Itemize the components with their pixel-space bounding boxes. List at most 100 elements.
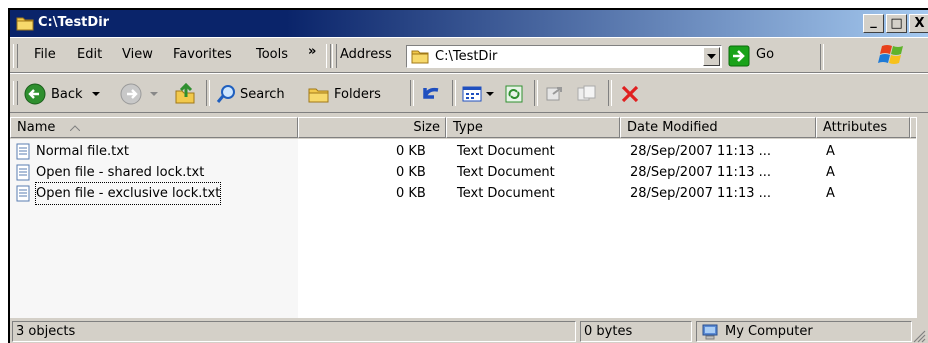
file-type: Text Document <box>457 165 555 180</box>
address-input[interactable]: C:\TestDir <box>406 45 722 68</box>
menu-file[interactable]: File <box>34 47 56 62</box>
move-to-icon <box>546 87 562 101</box>
status-zone: My Computer <box>696 321 912 342</box>
file-attributes: A <box>826 144 835 159</box>
address-dropdown-button[interactable] <box>703 47 720 66</box>
file-modified: 28/Sep/2007 11:13 ... <box>630 165 772 180</box>
windows-logo-icon <box>878 45 903 64</box>
move-to-button[interactable] <box>544 82 566 106</box>
back-button[interactable]: Back <box>24 82 100 106</box>
column-date-modified[interactable]: Date Modified <box>620 117 816 138</box>
chevron-down-icon[interactable] <box>150 91 158 97</box>
vertical-scrollbar-area[interactable] <box>916 117 928 318</box>
column-size-label: Size <box>413 120 440 135</box>
go-arrow-icon <box>728 45 750 67</box>
go-label: Go <box>756 47 775 62</box>
window-title: C:\TestDir <box>38 15 110 30</box>
chevron-down-icon[interactable] <box>91 91 100 97</box>
file-type: Text Document <box>457 144 555 159</box>
up-folder-icon <box>175 83 195 104</box>
close-icon: X <box>914 16 925 31</box>
menu-edit[interactable]: Edit <box>77 47 102 62</box>
sort-ascending-icon <box>69 124 80 131</box>
search-button[interactable]: Search <box>216 82 285 106</box>
delete-icon <box>621 85 639 103</box>
file-attributes: A <box>826 165 835 180</box>
folders-button[interactable]: Folders <box>308 82 381 106</box>
views-icon <box>462 86 482 102</box>
toolbar-separator <box>534 80 538 106</box>
file-modified: 28/Sep/2007 11:13 ... <box>630 144 772 159</box>
resize-grip-icon[interactable] <box>912 329 926 343</box>
menu-chevron-icon[interactable]: » <box>308 44 316 59</box>
folder-icon <box>411 50 429 64</box>
copy-to-icon <box>577 85 596 101</box>
column-size[interactable]: Size <box>298 117 446 138</box>
menu-grip[interactable] <box>13 44 18 68</box>
file-name: Open file - shared lock.txt <box>36 165 205 180</box>
maximize-button[interactable]: □ <box>886 14 907 33</box>
up-folder-button[interactable] <box>174 82 198 106</box>
file-size: 0 KB <box>396 186 426 201</box>
forward-button[interactable] <box>120 82 158 106</box>
column-header: Name Size Type Date Modified Attributes <box>10 117 920 139</box>
toolbar-separator <box>608 80 612 106</box>
explorer-window: C:\TestDir _ □ X File Edit View Favorite… <box>8 8 928 343</box>
go-button[interactable]: Go <box>726 44 784 68</box>
undo-icon <box>423 87 439 99</box>
folder-icon <box>16 17 34 31</box>
file-name: Normal file.txt <box>36 144 129 159</box>
minimize-button[interactable]: _ <box>863 14 884 33</box>
text-file-icon <box>16 143 30 160</box>
file-size: 0 KB <box>396 165 426 180</box>
file-list[interactable]: Normal file.txt 0 KB Text Document 28/Se… <box>10 139 916 318</box>
folders-label: Folders <box>334 86 381 102</box>
file-type: Text Document <box>457 186 555 201</box>
sync-button[interactable] <box>504 82 524 106</box>
toolbar-grip[interactable] <box>13 81 18 105</box>
copy-to-button[interactable] <box>576 82 598 106</box>
maximize-icon: □ <box>890 16 903 31</box>
file-name: Open file - exclusive lock.txt <box>34 182 222 205</box>
minimize-icon: _ <box>870 14 877 29</box>
toolbar-separator <box>410 80 414 106</box>
menu-view[interactable]: View <box>122 47 153 62</box>
undo-button[interactable] <box>420 82 442 106</box>
address-grip[interactable] <box>326 44 331 68</box>
file-row[interactable]: Open file - exclusive lock.txt 0 KB Text… <box>10 182 916 205</box>
column-name[interactable]: Name <box>10 117 298 138</box>
status-bar: 3 objects 0 bytes My Computer <box>10 318 928 343</box>
address-grip-2 <box>332 44 337 68</box>
menu-favorites[interactable]: Favorites <box>173 47 232 62</box>
close-button[interactable]: X <box>909 14 928 33</box>
file-modified: 28/Sep/2007 11:13 ... <box>630 186 772 201</box>
status-objects: 3 objects <box>12 321 576 342</box>
delete-button[interactable] <box>620 82 640 106</box>
status-bytes-text: 0 bytes <box>584 324 633 339</box>
my-computer-icon <box>702 324 718 339</box>
chevron-down-icon[interactable] <box>486 91 494 97</box>
back-label: Back <box>51 86 83 102</box>
file-size: 0 KB <box>396 144 426 159</box>
menu-tools[interactable]: Tools <box>256 47 288 62</box>
text-file-icon <box>16 185 30 202</box>
address-value: C:\TestDir <box>435 49 498 64</box>
title-bar[interactable]: C:\TestDir _ □ X <box>10 10 928 37</box>
column-type-label: Type <box>453 120 483 135</box>
sync-icon <box>505 85 523 103</box>
toolbar-separator <box>206 80 210 106</box>
views-button[interactable] <box>462 82 494 106</box>
chevron-down-icon <box>707 53 716 59</box>
file-row[interactable]: Open file - shared lock.txt 0 KB Text Do… <box>10 162 916 183</box>
status-bytes: 0 bytes <box>580 321 692 342</box>
status-zone-text: My Computer <box>725 324 813 339</box>
menu-separator <box>820 44 824 70</box>
text-file-icon <box>16 164 30 181</box>
file-row[interactable]: Normal file.txt 0 KB Text Document 28/Se… <box>10 141 916 162</box>
toolbar-separator <box>452 80 456 106</box>
forward-arrow-icon <box>120 83 142 105</box>
column-attributes-label: Attributes <box>823 120 888 135</box>
column-attributes[interactable]: Attributes <box>816 117 910 138</box>
column-name-label: Name <box>17 120 56 135</box>
column-type[interactable]: Type <box>446 117 620 138</box>
